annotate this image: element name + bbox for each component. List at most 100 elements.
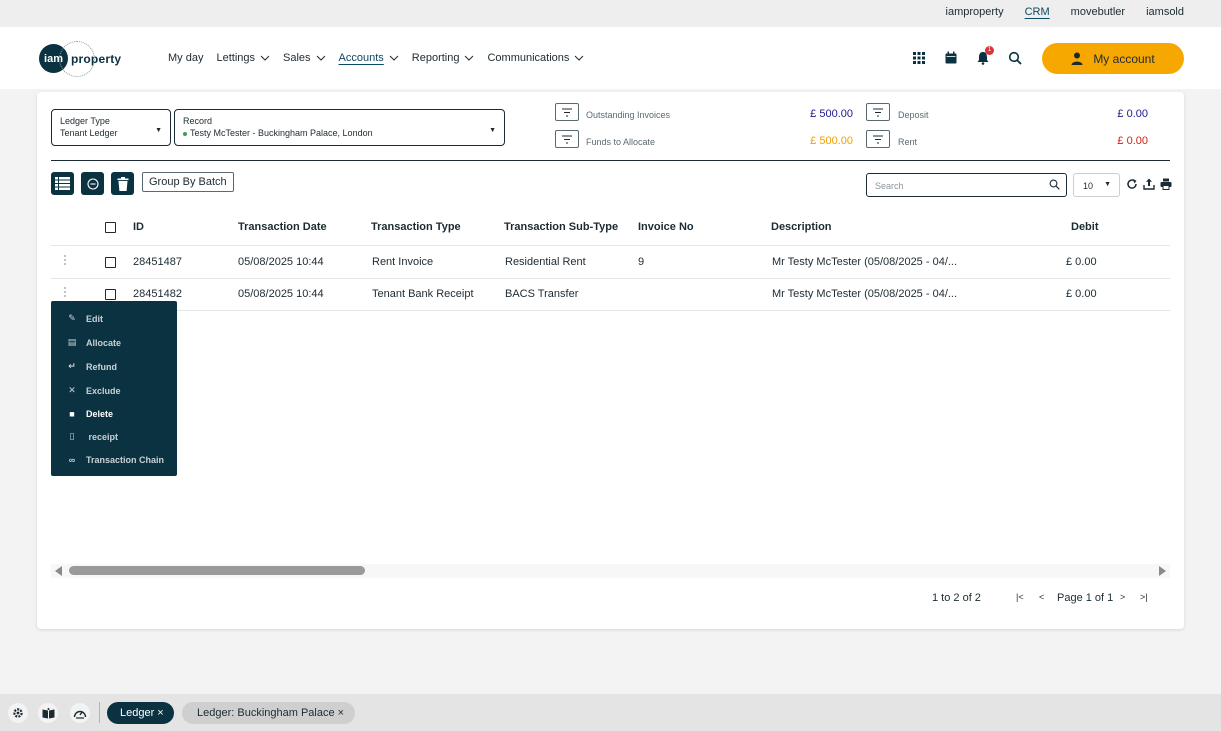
outstanding-filter-button[interactable] bbox=[555, 103, 579, 121]
nav-accounts[interactable]: Accounts bbox=[339, 52, 399, 64]
print-icon[interactable] bbox=[1160, 178, 1172, 190]
my-account-button[interactable]: My account bbox=[1042, 43, 1184, 74]
col-transaction-date[interactable]: Transaction Date bbox=[238, 221, 327, 233]
rent-label: Rent bbox=[898, 137, 918, 147]
cell-description: Mr Testy McTester (05/08/2025 - 04/... bbox=[772, 256, 958, 268]
menu-item-receipt[interactable]: ▯ receipt bbox=[67, 431, 119, 442]
link-iamsold[interactable]: iamsold bbox=[1146, 6, 1184, 18]
record-select[interactable]: Record Testy McTester - Buckingham Palac… bbox=[174, 109, 505, 146]
help-book-button[interactable] bbox=[38, 703, 58, 723]
group-by-batch-button[interactable]: Group By Batch bbox=[142, 172, 234, 192]
document-icon: ▯ bbox=[69, 431, 75, 441]
scroll-thumb[interactable] bbox=[69, 566, 365, 575]
settings-button[interactable] bbox=[8, 703, 28, 723]
refresh-icon[interactable] bbox=[1126, 178, 1138, 190]
tab-ledger-record[interactable]: Ledger: Buckingham Palace × bbox=[182, 702, 356, 724]
deposit-filter-button[interactable] bbox=[866, 103, 890, 121]
apps-grid-icon[interactable] bbox=[912, 51, 926, 65]
row-menu-icon[interactable] bbox=[64, 287, 67, 299]
search-input[interactable]: Search bbox=[866, 173, 1067, 197]
ledger-type-select[interactable]: Ledger Type Tenant Ledger ▼ bbox=[51, 109, 171, 146]
delete-selected-button[interactable] bbox=[111, 172, 134, 195]
ledger-type-value: Tenant Ledger bbox=[60, 128, 118, 138]
logo-ring bbox=[59, 41, 95, 77]
gear-icon bbox=[13, 708, 23, 718]
minus-circle-icon bbox=[86, 177, 99, 190]
export-icon[interactable] bbox=[1143, 178, 1155, 190]
nav-sales[interactable]: Sales bbox=[283, 52, 326, 64]
record-value: Testy McTester - Buckingham Palace, Lond… bbox=[190, 128, 373, 138]
row-context-menu: ✎ Edit ▤ Allocate ↵ Refund ✕ Exclude ■ Delete… bbox=[51, 301, 177, 476]
dropdown-arrow-icon: ▼ bbox=[1104, 181, 1111, 188]
cell-type: Tenant Bank Receipt bbox=[372, 288, 474, 300]
col-id[interactable]: ID bbox=[133, 221, 144, 233]
table-header: ID Transaction Date Transaction Type Tra… bbox=[51, 213, 1170, 246]
tab-ledger[interactable]: Ledger × bbox=[107, 702, 174, 724]
row-menu-icon[interactable] bbox=[64, 255, 67, 267]
page-size-select[interactable]: 10 ▼ bbox=[1073, 173, 1120, 197]
scroll-left-icon[interactable] bbox=[55, 566, 62, 576]
col-invoice-no[interactable]: Invoice No bbox=[638, 221, 694, 233]
link-iamproperty[interactable]: iamproperty bbox=[946, 6, 1004, 18]
col-transaction-subtype[interactable]: Transaction Sub-Type bbox=[504, 221, 618, 233]
last-page-icon[interactable]: >| bbox=[1140, 592, 1148, 602]
link-crm[interactable]: CRM bbox=[1025, 6, 1050, 18]
header-icons: 1 bbox=[912, 46, 1022, 65]
search-icon[interactable] bbox=[1008, 51, 1022, 65]
scroll-right-icon[interactable] bbox=[1159, 566, 1166, 576]
x-icon: ✕ bbox=[68, 385, 76, 395]
col-description[interactable]: Description bbox=[771, 221, 832, 233]
menu-item-edit[interactable]: ✎ Edit bbox=[67, 313, 103, 324]
horizontal-scrollbar[interactable] bbox=[51, 564, 1170, 578]
pager-range: 1 to 2 of 2 bbox=[932, 592, 981, 604]
nav-my-day[interactable]: My day bbox=[168, 52, 203, 64]
menu-item-refund[interactable]: ↵ Refund bbox=[67, 361, 117, 372]
dashboard-button[interactable] bbox=[70, 703, 90, 723]
ledger-card: Ledger Type Tenant Ledger ▼ Record Testy… bbox=[37, 92, 1184, 629]
col-debit[interactable]: Debit bbox=[1071, 221, 1099, 233]
chevron-down-icon bbox=[389, 55, 399, 61]
filter-lines-icon bbox=[873, 108, 883, 116]
top-strip: iamproperty CRM movebutler iamsold bbox=[0, 0, 1221, 27]
list-view-button[interactable] bbox=[51, 172, 74, 195]
bottom-taskbar: Ledger × Ledger: Buckingham Palace × bbox=[0, 694, 1221, 731]
table-tools bbox=[1126, 178, 1172, 190]
logo[interactable]: iam property bbox=[39, 41, 121, 77]
menu-item-transaction-chain[interactable]: ∞ Transaction Chain bbox=[67, 455, 164, 465]
funds-filter-button[interactable] bbox=[555, 130, 579, 148]
link-icon: ∞ bbox=[68, 455, 76, 465]
menu-label: Allocate bbox=[86, 337, 122, 348]
nav-label: Communications bbox=[487, 52, 570, 64]
cell-debit: £ 0.00 bbox=[1066, 288, 1097, 300]
calendar-icon[interactable] bbox=[944, 51, 958, 65]
row-checkbox[interactable] bbox=[105, 289, 116, 300]
table-row[interactable]: 28451482 05/08/2025 10:44 Tenant Bank Re… bbox=[51, 279, 1170, 311]
menu-item-delete[interactable]: ■ Delete bbox=[67, 409, 113, 419]
select-all-checkbox[interactable] bbox=[105, 222, 116, 233]
nav-reporting[interactable]: Reporting bbox=[412, 52, 475, 64]
menu-label: receipt bbox=[86, 431, 119, 442]
nav-communications[interactable]: Communications bbox=[487, 52, 584, 64]
first-page-icon[interactable]: |< bbox=[1016, 592, 1024, 602]
rent-value: £ 0.00 bbox=[1117, 135, 1148, 147]
return-arrow-icon: ↵ bbox=[68, 361, 76, 371]
chevron-down-icon bbox=[575, 55, 584, 61]
rent-filter-button[interactable] bbox=[866, 130, 890, 148]
col-transaction-type[interactable]: Transaction Type bbox=[371, 221, 461, 233]
product-links: iamproperty CRM movebutler iamsold bbox=[946, 6, 1184, 18]
next-page-icon[interactable]: > bbox=[1120, 592, 1125, 602]
notifications-bell[interactable]: 1 bbox=[976, 46, 994, 65]
link-movebutler[interactable]: movebutler bbox=[1071, 6, 1125, 18]
collapse-button[interactable] bbox=[81, 172, 104, 195]
notification-count: 1 bbox=[985, 46, 994, 55]
table-row[interactable]: 28451487 05/08/2025 10:44 Rent Invoice R… bbox=[51, 247, 1170, 279]
prev-page-icon[interactable]: < bbox=[1039, 592, 1044, 602]
menu-item-allocate[interactable]: ▤ Allocate bbox=[67, 337, 121, 348]
dropdown-arrow-icon: ▼ bbox=[155, 127, 162, 134]
menu-item-exclude[interactable]: ✕ Exclude bbox=[67, 385, 120, 396]
outstanding-value: £ 500.00 bbox=[810, 108, 853, 120]
pencil-icon: ✎ bbox=[68, 313, 76, 323]
nav-lettings[interactable]: Lettings bbox=[216, 52, 270, 64]
nav-label: Sales bbox=[283, 52, 311, 64]
row-checkbox[interactable] bbox=[105, 257, 116, 268]
